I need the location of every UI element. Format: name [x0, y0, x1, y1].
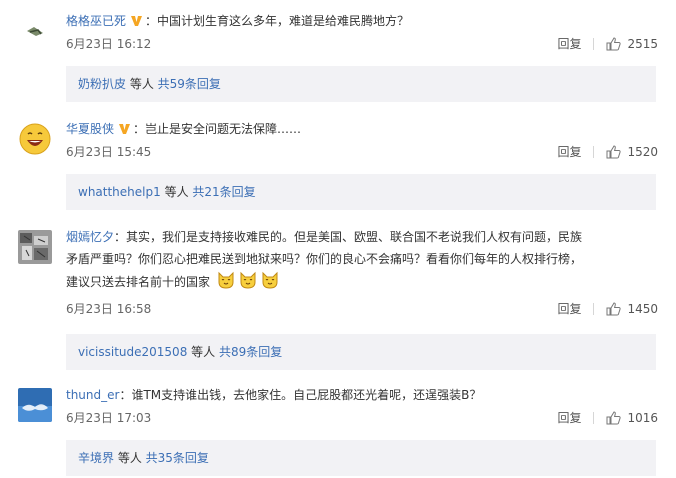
like-button[interactable]: 1520	[606, 142, 658, 162]
cat-emoji-icon	[216, 270, 236, 297]
like-button[interactable]: 1450	[606, 299, 658, 319]
like-count: 1520	[627, 145, 658, 159]
reply-username[interactable]: vicissitude201508	[78, 345, 187, 359]
comment-text-line: 矛盾严重吗？你们忍心把难民送到地狱来吗？你们的良心不会痛吗？看看你们每年的人权排…	[66, 252, 583, 266]
thumbs-up-icon	[606, 145, 622, 159]
divider	[593, 146, 595, 158]
reply-mid-text: 等人	[126, 77, 158, 91]
comment-time: 6月23日 16:12	[66, 37, 152, 51]
thumbs-up-icon	[606, 411, 622, 425]
reply-button[interactable]: 回复	[557, 34, 581, 54]
vip-badge-icon	[119, 124, 131, 134]
reply-count-link[interactable]: 共35条回复	[146, 451, 209, 465]
reply-count-link[interactable]: 共21条回复	[192, 185, 255, 199]
like-count: 2515	[627, 37, 658, 51]
comment-username[interactable]: 华夏股侠	[66, 122, 114, 136]
replies-summary: 辛境界 等人 共35条回复	[66, 440, 656, 476]
like-button[interactable]: 1016	[606, 408, 658, 428]
replies-summary: whatthehelp1 等人 共21条回复	[66, 174, 656, 210]
reply-mid-text: 等人	[114, 451, 146, 465]
comment-text: ：中国计划生育这么多年，难道是给难民腾地方？	[145, 14, 410, 28]
reply-button[interactable]: 回复	[557, 408, 581, 428]
reply-count-link[interactable]: 共59条回复	[158, 77, 221, 91]
reply-mid-text: 等人	[187, 345, 219, 359]
replies-summary: vicissitude201508 等人 共89条回复	[66, 334, 656, 370]
comment-time: 6月23日 17:03	[66, 411, 152, 425]
like-button[interactable]: 2515	[606, 34, 658, 54]
avatar[interactable]	[18, 230, 52, 264]
comment-username[interactable]: thund_er	[66, 388, 119, 402]
vip-badge-icon	[131, 16, 143, 26]
comment-username[interactable]: 格格巫已死	[66, 14, 126, 28]
comment-time: 6月23日 16:58	[66, 302, 152, 316]
avatar[interactable]	[18, 14, 52, 48]
avatar[interactable]	[18, 388, 52, 422]
reply-username[interactable]: 辛境界	[78, 451, 114, 465]
divider	[593, 303, 595, 315]
reply-mid-text: 等人	[160, 185, 193, 199]
reply-button[interactable]: 回复	[557, 299, 581, 319]
comment-time: 6月23日 15:45	[66, 145, 152, 159]
thumbs-up-icon	[606, 37, 622, 51]
comment-text: ：其实，我们是支持接收难民的。但是美国、欧盟、联合国不老说我们人权有问题，民族	[114, 230, 583, 244]
comment-feed: 格格巫已死 ：中国计划生育这么多年，难道是给难民腾地方？ 6月23日 16:12 …	[0, 0, 676, 478]
thumbs-up-icon	[606, 302, 622, 316]
divider	[593, 412, 595, 424]
cat-emoji-icon	[238, 270, 258, 297]
divider	[593, 38, 595, 50]
like-count: 1450	[627, 302, 658, 316]
cat-emoji-icon	[260, 270, 280, 297]
comment-text: ：岂止是安全问题无法保障……	[133, 122, 302, 136]
avatar[interactable]	[18, 122, 52, 156]
replies-summary: 奶粉扒皮 等人 共59条回复	[66, 66, 656, 102]
comment-text-line: 建议只送去排名前十的国家	[66, 275, 211, 289]
comment-username[interactable]: 烟嫣忆夕	[66, 230, 114, 244]
reply-button[interactable]: 回复	[557, 142, 581, 162]
reply-count-link[interactable]: 共89条回复	[219, 345, 282, 359]
reply-username[interactable]: whatthehelp1	[78, 185, 161, 199]
reply-username[interactable]: 奶粉扒皮	[78, 77, 126, 91]
comment-text: ：谁TM支持谁出钱，去他家住。自己屁股都还光着呢，还逞强装B？	[119, 388, 482, 402]
like-count: 1016	[627, 411, 658, 425]
